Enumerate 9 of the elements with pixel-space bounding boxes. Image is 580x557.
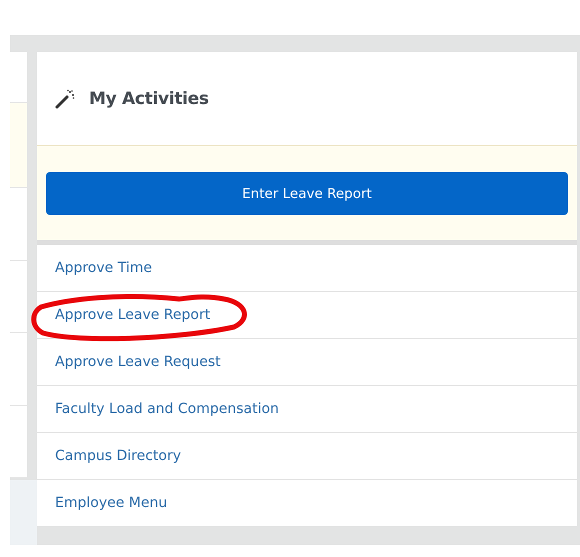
page-background [10, 480, 37, 545]
enter-leave-report-button[interactable]: Enter Leave Report [46, 172, 568, 215]
activity-link[interactable]: Approve Time [55, 260, 152, 276]
card-title: My Activities [89, 88, 209, 108]
activity-link[interactable]: Approve Leave Request [55, 354, 221, 370]
activity-link[interactable]: Campus Directory [55, 448, 182, 464]
activity-link[interactable]: Faculty Load and Compensation [55, 401, 279, 417]
activity-link[interactable]: Employee Menu [55, 495, 168, 511]
magic-wand-icon [55, 88, 75, 108]
